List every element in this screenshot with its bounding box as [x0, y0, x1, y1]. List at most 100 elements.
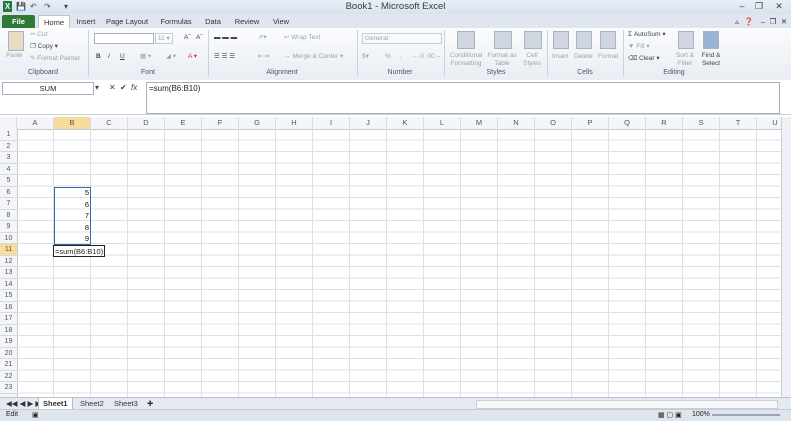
namebox-dropdown-icon[interactable]: ▾	[95, 82, 99, 93]
row-header-16[interactable]: 16	[0, 301, 17, 313]
currency-icon[interactable]: $▾	[362, 52, 369, 61]
view-buttons-icon[interactable]: ▦ ▢ ▣	[658, 411, 682, 419]
column-header-d[interactable]: D	[128, 117, 165, 129]
decimal-icon[interactable]: ←.0 .00→	[412, 52, 441, 61]
row-header-8[interactable]: 8	[0, 209, 17, 221]
column-header-j[interactable]: J	[350, 117, 387, 129]
autosum-button[interactable]: Σ AutoSum ▾	[628, 30, 666, 39]
copy-button[interactable]: ❐ Copy ▾	[30, 42, 58, 51]
insert-button[interactable]: Insert	[552, 52, 568, 61]
cell-styles-button[interactable]: Cell Styles	[519, 52, 545, 67]
fill-button[interactable]: ▼ Fill ▾	[628, 42, 650, 51]
column-header-s[interactable]: S	[683, 117, 720, 129]
paste-icon[interactable]	[8, 31, 24, 51]
column-header-e[interactable]: E	[165, 117, 202, 129]
row-header-22[interactable]: 22	[0, 370, 17, 382]
find-select-button[interactable]: Find & Select	[698, 52, 724, 67]
row-header-10[interactable]: 10	[0, 232, 17, 244]
tab-review[interactable]: Review	[231, 15, 263, 28]
row-header-3[interactable]: 3	[0, 152, 17, 164]
shrink-font-button[interactable]: Aˇ	[196, 33, 203, 42]
minimize-icon[interactable]: –	[735, 1, 749, 12]
row-header-11[interactable]: 11	[0, 244, 17, 256]
bold-button[interactable]: B	[96, 52, 101, 61]
row-header-20[interactable]: 20	[0, 347, 17, 359]
select-all-corner[interactable]	[0, 117, 17, 129]
format-button[interactable]: Format	[598, 52, 619, 61]
row-header-19[interactable]: 19	[0, 336, 17, 348]
delete-button[interactable]: Delete	[574, 52, 593, 61]
vertical-scrollbar[interactable]	[781, 117, 791, 397]
row-header-17[interactable]: 17	[0, 313, 17, 325]
row-header-13[interactable]: 13	[0, 267, 17, 279]
enter-icon[interactable]: ✔	[120, 82, 127, 93]
column-header-f[interactable]: F	[202, 117, 239, 129]
row-header-1[interactable]: 1	[0, 129, 17, 141]
format-as-table-button[interactable]: Format as Table	[487, 52, 517, 67]
column-header-h[interactable]: H	[276, 117, 313, 129]
font-name-box[interactable]	[94, 33, 154, 44]
row-header-21[interactable]: 21	[0, 359, 17, 371]
column-header-t[interactable]: T	[720, 117, 757, 129]
indent-icon[interactable]: ⇤⇥	[258, 52, 269, 61]
column-header-n[interactable]: N	[498, 117, 535, 129]
column-header-g[interactable]: G	[239, 117, 276, 129]
comma-button[interactable]: ,	[400, 52, 402, 61]
column-header-c[interactable]: C	[91, 117, 128, 129]
restore-icon[interactable]: ❐	[752, 1, 766, 12]
horizontal-scrollbar[interactable]	[476, 400, 778, 409]
row-header-4[interactable]: 4	[0, 163, 17, 175]
column-header-i[interactable]: I	[313, 117, 350, 129]
column-header-p[interactable]: P	[572, 117, 609, 129]
row-header-2[interactable]: 2	[0, 140, 17, 152]
cut-button[interactable]: ✂ Cut	[30, 30, 47, 39]
underline-button[interactable]: U	[120, 52, 125, 61]
column-header-r[interactable]: R	[646, 117, 683, 129]
row-header-14[interactable]: 14	[0, 278, 17, 290]
tab-formulas[interactable]: Formulas	[156, 15, 196, 28]
row-header-6[interactable]: 6	[0, 186, 17, 198]
cancel-icon[interactable]: ✕	[109, 82, 116, 93]
row-header-15[interactable]: 15	[0, 290, 17, 302]
ribbon-minimize-icon[interactable]: ▵	[732, 15, 742, 28]
tab-view[interactable]: View	[268, 15, 294, 28]
formula-input[interactable]: =sum(B6:B10)	[146, 82, 780, 114]
cell-b11-editor[interactable]: =sum(B6:B10)	[53, 245, 105, 257]
number-format-select[interactable]: General	[362, 33, 442, 44]
help-icon[interactable]: ❓	[744, 15, 754, 28]
format-painter-button[interactable]: ✎ Format Painter	[30, 54, 80, 63]
column-header-m[interactable]: M	[461, 117, 498, 129]
name-box[interactable]: SUM	[2, 82, 94, 95]
tab-file[interactable]: File	[2, 15, 35, 28]
row-header-7[interactable]: 7	[0, 198, 17, 210]
align-left-icon[interactable]: ☰ ☰ ☰	[214, 52, 235, 61]
sheet-tab-3[interactable]: Sheet3	[110, 398, 142, 409]
tab-data[interactable]: Data	[200, 15, 226, 28]
italic-button[interactable]: I	[108, 52, 110, 61]
macro-record-icon[interactable]: ▣	[32, 411, 39, 419]
fill-color-icon[interactable]: ◢ ▾	[166, 52, 176, 61]
clear-button[interactable]: ⌫ Clear ▾	[628, 54, 660, 63]
column-header-o[interactable]: O	[535, 117, 572, 129]
column-header-k[interactable]: K	[387, 117, 424, 129]
zoom-slider[interactable]	[712, 414, 780, 416]
workbook-minimize-icon[interactable]: –	[758, 15, 768, 28]
merge-center-button[interactable]: ↔ Merge & Center ▾	[284, 52, 343, 61]
tab-home[interactable]: Home	[38, 15, 70, 29]
new-sheet-icon[interactable]: ✚	[143, 398, 157, 409]
grow-font-button[interactable]: Aˆ	[184, 33, 191, 42]
align-top-icon[interactable]: ▬ ▬ ▬	[214, 33, 237, 42]
sheet-tab-2[interactable]: Sheet2	[76, 398, 108, 409]
tab-insert[interactable]: Insert	[72, 15, 100, 28]
tab-page-layout[interactable]: Page Layout	[104, 15, 150, 28]
orientation-icon[interactable]: ⇗▾	[258, 33, 267, 42]
row-header-12[interactable]: 12	[0, 255, 17, 267]
column-header-l[interactable]: L	[424, 117, 461, 129]
paste-button[interactable]: Paste	[6, 51, 23, 60]
cell-grid[interactable]	[17, 129, 781, 397]
close-icon[interactable]: ✕	[772, 1, 786, 12]
workbook-close-icon[interactable]: ✕	[779, 15, 789, 28]
percent-button[interactable]: %	[385, 52, 391, 61]
insert-function-icon[interactable]: fx	[131, 82, 137, 93]
font-color-icon[interactable]: A ▾	[188, 52, 197, 61]
